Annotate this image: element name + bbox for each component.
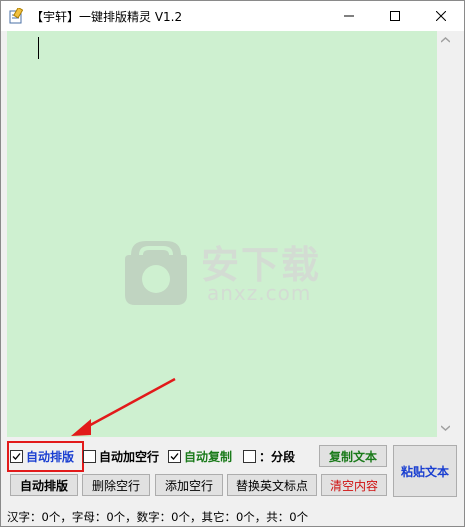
text-caret	[38, 37, 39, 59]
vertical-scrollbar[interactable]	[437, 31, 454, 437]
status-bar: 汉字：0个，字母：0个，数字：0个，其它：0个，共：0个	[1, 508, 464, 526]
title-bar[interactable]: 【宇轩】一键排版精灵 V1.2	[1, 1, 464, 31]
auto-layout-button[interactable]: 自动排版	[10, 474, 78, 496]
clear-content-button[interactable]: 清空内容	[321, 474, 387, 496]
auto-layout-label: 自动排版	[26, 449, 75, 464]
watermark-subtext: anxz.com	[207, 281, 312, 305]
status-text: 汉字：0个，字母：0个，数字：0个，其它：0个，共：0个	[7, 510, 309, 524]
window-title: 【宇轩】一键排版精灵 V1.2	[31, 10, 183, 24]
auto-copy-checkbox[interactable]: 自动复制	[168, 448, 232, 464]
segment-checkbox[interactable]: ：分段	[243, 448, 295, 464]
checkmark-icon	[12, 452, 21, 460]
close-icon	[436, 11, 446, 21]
app-window: 【宇轩】一键排版精灵 V1.2 安下载 anxz.com 自动排版 自动加空行 …	[0, 0, 465, 527]
scroll-up-icon[interactable]	[441, 37, 450, 43]
scroll-down-icon[interactable]	[441, 425, 450, 431]
auto-blank-line-checkbox[interactable]: 自动加空行	[83, 448, 159, 464]
checkbox-box[interactable]	[83, 449, 96, 463]
auto-blank-line-label: 自动加空行	[99, 449, 160, 464]
maximize-button[interactable]	[372, 1, 418, 31]
checkbox-box[interactable]	[243, 449, 256, 463]
minimize-icon	[344, 15, 354, 17]
auto-layout-checkbox[interactable]: 自动排版	[10, 448, 74, 464]
checkmark-icon	[170, 452, 179, 460]
close-button[interactable]	[418, 1, 464, 31]
segment-label: ：分段	[259, 449, 296, 464]
copy-text-button[interactable]: 复制文本	[319, 445, 387, 467]
checkbox-box[interactable]	[10, 449, 23, 463]
minimize-button[interactable]	[326, 1, 372, 31]
notepad-icon	[9, 8, 23, 24]
delete-blank-lines-button[interactable]: 删除空行	[82, 474, 150, 496]
annotation-arrow	[71, 377, 176, 436]
maximize-icon	[390, 11, 400, 21]
replace-punctuation-button[interactable]: 替换英文标点	[227, 474, 317, 496]
checkbox-box[interactable]	[168, 449, 181, 463]
add-blank-lines-button[interactable]: 添加空行	[155, 474, 223, 496]
auto-copy-label: 自动复制	[184, 449, 233, 464]
paste-text-button[interactable]: 粘贴文本	[393, 445, 457, 497]
